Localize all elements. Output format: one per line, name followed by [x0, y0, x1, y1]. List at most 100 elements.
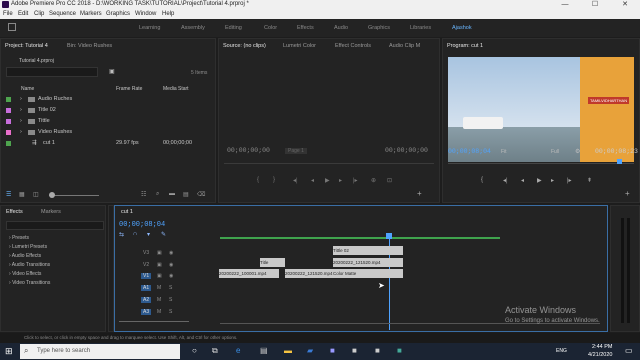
wrench-icon[interactable]: ✎	[161, 231, 166, 238]
store-icon[interactable]: ▤	[260, 346, 268, 355]
zoom-slider-handle[interactable]	[49, 192, 55, 198]
toggle-sync-lock-icon[interactable]: ▣	[157, 250, 162, 256]
tab-program[interactable]: Program: cut 1	[447, 43, 483, 49]
new-item-icon[interactable]: ▤	[183, 191, 189, 198]
list-view-icon[interactable]: ☰	[6, 191, 11, 198]
toggle-sync-lock-icon[interactable]: ▣	[157, 273, 162, 279]
play-icon[interactable]: ▶	[325, 177, 330, 184]
quality-dropdown[interactable]: Full	[551, 149, 559, 155]
tab-project[interactable]: Project: Tutorial 4	[5, 43, 48, 49]
tab-effect-controls[interactable]: Effect Controls	[335, 43, 371, 49]
col-fps-header[interactable]: Frame Rate	[116, 86, 142, 92]
menu-file[interactable]: File	[3, 11, 13, 17]
work-area-bar[interactable]	[220, 237, 500, 239]
solo-s-icon[interactable]: S	[169, 285, 172, 291]
minimize-button[interactable]: —	[550, 0, 580, 9]
app-icon[interactable]: ■	[352, 346, 357, 355]
search-input[interactable]	[6, 67, 98, 77]
timeline-clip[interactable]: 20200222_121520.mp4	[285, 269, 333, 278]
eye-icon[interactable]: ◉	[169, 250, 173, 256]
effects-folder[interactable]: › Presets	[9, 235, 29, 241]
workspace-libraries[interactable]: Libraries	[410, 25, 431, 31]
fit-dropdown[interactable]: Fit	[501, 149, 507, 155]
workspace-learning[interactable]: Learning	[139, 25, 160, 31]
effects-folder[interactable]: › Audio Effects	[9, 253, 41, 259]
program-timecode[interactable]: 00;00;08;04	[448, 148, 491, 155]
frame-forward-icon[interactable]: ▸	[339, 177, 342, 184]
expand-arrow-icon[interactable]: ›	[20, 129, 22, 135]
track-label-v1[interactable]: V1	[141, 273, 152, 279]
menu-help[interactable]: Help	[162, 11, 174, 17]
mark-in-icon[interactable]: {	[481, 177, 483, 183]
workspace-ajashok[interactable]: Ajashok	[452, 25, 472, 31]
windows-start-icon[interactable]: ⊞	[5, 346, 13, 357]
effects-folder[interactable]: › Audio Transitions	[9, 262, 50, 268]
solo-s-icon[interactable]: S	[169, 297, 172, 303]
menu-edit[interactable]: Edit	[18, 11, 28, 17]
language-indicator[interactable]: ENG	[556, 348, 567, 354]
list-item[interactable]: ⇶ cut 1 29.97 fps 00;00;00;00	[6, 139, 211, 149]
premiere-taskbar-icon[interactable]: ■	[330, 346, 335, 355]
menu-markers[interactable]: Markers	[80, 11, 102, 17]
workspace-effects[interactable]: Effects	[297, 25, 314, 31]
new-bin-button-icon[interactable]: ▬	[169, 191, 175, 197]
timeline-zoom-scrollbar[interactable]	[119, 321, 189, 322]
search-icon[interactable]: ⌕	[156, 191, 159, 198]
list-item[interactable]: › Title 02	[6, 106, 211, 116]
menu-clip[interactable]: Clip	[34, 11, 44, 17]
tab-lumetri-color[interactable]: Lumetri Color	[283, 43, 316, 49]
close-button[interactable]: ✕	[610, 0, 640, 9]
trash-icon[interactable]: ⌫	[197, 191, 205, 198]
bin-menu-icon[interactable]: ☷	[141, 191, 146, 198]
zoom-slider[interactable]	[49, 195, 99, 196]
mark-in-icon[interactable]: {	[257, 177, 259, 183]
maximize-button[interactable]: ☐	[580, 0, 610, 9]
workspace-graphics[interactable]: Graphics	[368, 25, 390, 31]
freeform-view-icon[interactable]: ◫	[33, 191, 39, 198]
step-forward-icon[interactable]: |▸	[353, 177, 358, 184]
list-item[interactable]: › Tittle	[6, 117, 211, 127]
timeline-clip[interactable]: Color Matte	[333, 269, 403, 278]
taskbar-search-box[interactable]: ⌕ Type here to search	[20, 344, 180, 359]
workspace-color[interactable]: Color	[264, 25, 277, 31]
mute-m-icon[interactable]: M	[157, 309, 161, 315]
frame-back-icon[interactable]: ◂	[521, 177, 524, 184]
app-icon[interactable]: ■	[375, 346, 380, 355]
play-icon[interactable]: ▶	[537, 177, 542, 184]
add-marker-icon[interactable]: ▾	[147, 231, 150, 238]
program-playhead[interactable]	[617, 159, 622, 164]
file-explorer-icon[interactable]: ▬	[284, 346, 292, 355]
new-bin-icon[interactable]: ▣	[109, 68, 115, 75]
track-label-v2[interactable]: V2	[143, 262, 149, 268]
page-field[interactable]: Page 1	[285, 148, 307, 154]
track-label-v3[interactable]: V3	[143, 250, 149, 256]
expand-arrow-icon[interactable]: ›	[20, 118, 22, 124]
snap-icon[interactable]: ⇆	[119, 231, 124, 238]
overwrite-icon[interactable]: ⊡	[387, 177, 392, 184]
add-button-icon[interactable]: +	[417, 189, 422, 198]
list-item[interactable]: › Audio Ruches	[6, 95, 211, 105]
effects-folder[interactable]: › Video Transitions	[9, 280, 50, 286]
tab-markers[interactable]: Markers	[41, 209, 61, 215]
notification-icon[interactable]: ▭	[625, 346, 633, 355]
app-icon[interactable]: ▰	[307, 346, 313, 355]
insert-icon[interactable]: ⊕	[371, 177, 376, 184]
home-icon[interactable]	[8, 23, 16, 31]
step-back-icon[interactable]: ◂|	[293, 177, 298, 184]
mute-m-icon[interactable]: M	[157, 297, 161, 303]
workspace-editing[interactable]: Editing	[225, 25, 242, 31]
task-view-icon[interactable]: ⧉	[212, 346, 218, 356]
edge-icon[interactable]: e	[236, 346, 240, 355]
timeline-timecode[interactable]: 00;00;08;04	[119, 221, 165, 229]
timeline-clip[interactable]: 20200222_100001.mp4	[219, 269, 279, 278]
program-scrubber[interactable]	[448, 163, 634, 164]
app-icon[interactable]: ■	[397, 346, 402, 355]
mute-m-icon[interactable]: M	[157, 285, 161, 291]
timeline-clip[interactable]: Title	[260, 258, 285, 267]
track-label-a2[interactable]: A2	[141, 297, 152, 303]
effects-folder[interactable]: › Lumetri Presets	[9, 244, 47, 250]
tab-audio-clip-mixer[interactable]: Audio Clip M	[389, 43, 420, 49]
step-back-icon[interactable]: ◂|	[503, 177, 508, 184]
menu-graphics[interactable]: Graphics	[106, 11, 130, 17]
task-view-icon[interactable]: ○	[192, 346, 197, 355]
